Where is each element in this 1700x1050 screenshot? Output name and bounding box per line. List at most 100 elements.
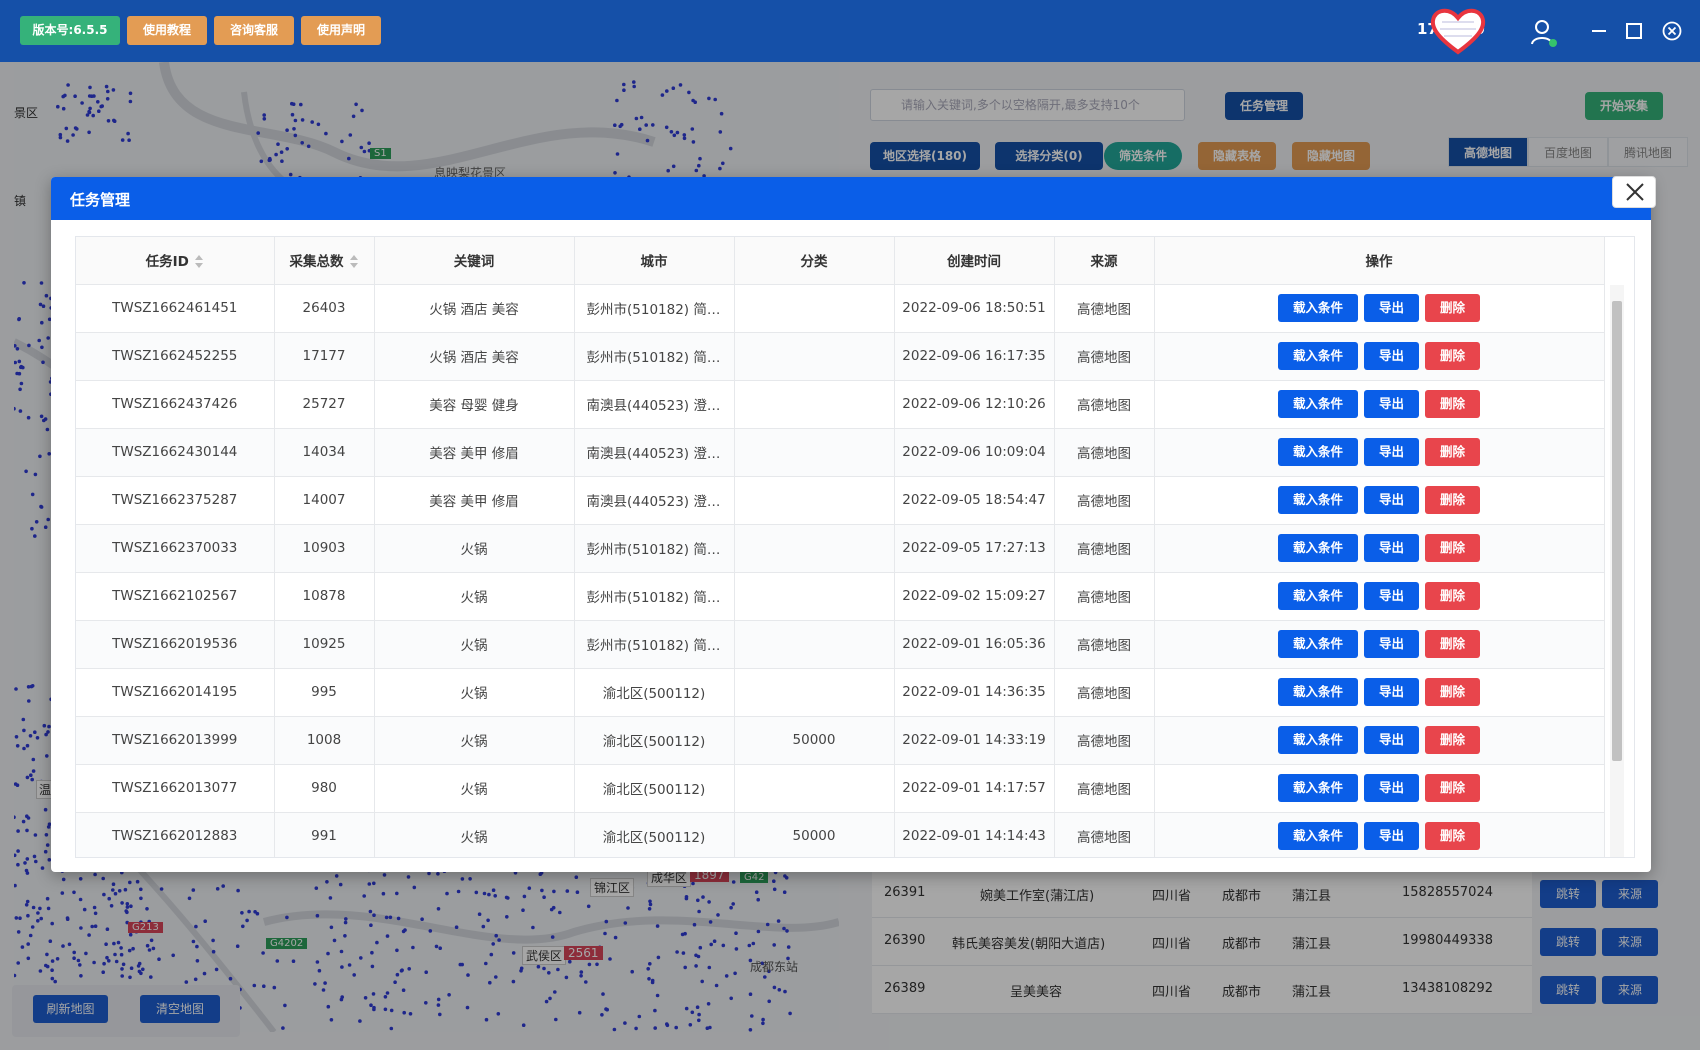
column-header[interactable]: 采集总数 [274,237,375,285]
export-button[interactable]: 导出 [1364,774,1419,802]
load-conditions-button[interactable]: 载入条件 [1278,582,1358,610]
export-button[interactable]: 导出 [1364,342,1419,370]
export-button[interactable]: 导出 [1364,534,1419,562]
delete-button[interactable]: 删除 [1425,630,1480,658]
category-cell [734,668,895,717]
column-header: 来源 [1054,237,1155,285]
delete-button[interactable]: 删除 [1425,534,1480,562]
actions-cell: 载入条件 导出 删除 [1154,764,1605,813]
task-id-cell: TWSZ1662452255 [76,332,275,381]
delete-button[interactable]: 删除 [1425,294,1480,322]
sort-icon[interactable] [194,255,204,269]
load-conditions-button[interactable]: 载入条件 [1278,486,1358,514]
keyword-cell: 火锅 酒店 美容 [374,332,575,381]
delete-button[interactable]: 删除 [1425,390,1480,418]
export-button[interactable]: 导出 [1364,486,1419,514]
load-conditions-button[interactable]: 载入条件 [1278,726,1358,754]
delete-button[interactable]: 删除 [1425,486,1480,514]
total-count-cell: 10925 [274,620,375,669]
load-conditions-button[interactable]: 载入条件 [1278,774,1358,802]
load-conditions-button[interactable]: 载入条件 [1278,438,1358,466]
source-cell: 高德地图 [1054,428,1155,477]
delete-button[interactable]: 删除 [1425,726,1480,754]
export-button[interactable]: 导出 [1364,438,1419,466]
created-time-cell: 2022-09-01 14:36:35 [894,668,1055,717]
created-time-cell: 2022-09-06 12:10:26 [894,380,1055,429]
export-button[interactable]: 导出 [1364,390,1419,418]
delete-button[interactable]: 删除 [1425,774,1480,802]
keyword-cell: 火锅 [374,572,575,621]
user-icon[interactable] [1530,18,1558,48]
disclaimer-button[interactable]: 使用声明 [301,16,381,45]
created-time-cell: 2022-09-01 14:17:57 [894,764,1055,813]
export-button[interactable]: 导出 [1364,678,1419,706]
table-row: TWSZ1662012883 991 火锅 渝北区(500112) 50000 2022-… [76,812,1605,857]
created-time-cell: 2022-09-01 14:14:43 [894,812,1055,857]
city-cell: 渝北区(500112) [574,764,735,813]
actions-cell: 载入条件 导出 删除 [1154,812,1605,857]
column-header[interactable]: 任务ID [76,237,275,285]
load-conditions-button[interactable]: 载入条件 [1278,534,1358,562]
city-cell: 渝北区(500112) [574,716,735,765]
category-cell [734,380,895,429]
export-button[interactable]: 导出 [1364,294,1419,322]
dialog-close-button[interactable] [1612,176,1656,208]
table-row: TWSZ1662461451 26403 火锅 酒店 美容 彭州市(510182) 简… [76,284,1605,333]
maximize-icon[interactable] [1625,22,1643,40]
actions-cell: 载入条件 导出 删除 [1154,572,1605,621]
delete-button[interactable]: 删除 [1425,582,1480,610]
delete-button[interactable]: 删除 [1425,342,1480,370]
minimize-icon[interactable] [1590,22,1608,40]
table-scrollbar[interactable] [1610,285,1624,857]
title-bar: 版本号:6.5.5 使用教程 咨询客服 使用声明 177 290 [0,0,1700,62]
table-row: TWSZ1662452255 17177 火锅 酒店 美容 彭州市(510182) 简… [76,332,1605,381]
close-icon[interactable] [1662,21,1682,41]
task-id-cell: TWSZ1662019536 [76,620,275,669]
column-header: 城市 [574,237,735,285]
total-count-cell: 26403 [274,284,375,333]
column-header: 操作 [1154,237,1605,285]
city-text: 彭州市(510182) 简阳市 [586,542,722,558]
scrollbar-thumb[interactable] [1612,301,1622,761]
load-conditions-button[interactable]: 载入条件 [1278,822,1358,850]
export-button[interactable]: 导出 [1364,822,1419,850]
actions-cell: 载入条件 导出 删除 [1154,284,1605,333]
heart-icon [1430,8,1486,55]
total-count-cell: 14034 [274,428,375,477]
support-button[interactable]: 咨询客服 [214,16,294,45]
city-text: 南澳县(440523) 澄海区 [586,494,722,510]
table-row: TWSZ1662013999 1008 火锅 渝北区(500112) 50000 2022… [76,716,1605,765]
task-id-cell: TWSZ1662102567 [76,572,275,621]
delete-button[interactable]: 删除 [1425,438,1480,466]
keyword-cell: 火锅 [374,524,575,573]
sort-icon[interactable] [349,255,359,269]
column-label: 采集总数 [289,254,344,271]
city-cell: 彭州市(510182) 简阳市 [574,620,735,669]
category-cell [734,476,895,525]
actions-cell: 载入条件 导出 删除 [1154,668,1605,717]
version-badge[interactable]: 版本号:6.5.5 [20,16,120,45]
export-button[interactable]: 导出 [1364,582,1419,610]
load-conditions-button[interactable]: 载入条件 [1278,342,1358,370]
load-conditions-button[interactable]: 载入条件 [1278,630,1358,658]
actions-cell: 载入条件 导出 删除 [1154,380,1605,429]
keyword-cell: 火锅 [374,716,575,765]
city-text: 彭州市(510182) 简阳市 [586,638,722,654]
load-conditions-button[interactable]: 载入条件 [1278,294,1358,322]
total-count-cell: 1008 [274,716,375,765]
export-button[interactable]: 导出 [1364,630,1419,658]
keyword-cell: 美容 美甲 修眉 [374,428,575,477]
delete-button[interactable]: 删除 [1425,678,1480,706]
task-management-dialog: 任务管理 任务ID 采集总数 关键词 城市 分类 创建时间 来源 操作 TWSZ… [51,176,1656,872]
city-text: 南澳县(440523) 澄海区 [586,446,722,462]
keyword-cell: 火锅 [374,620,575,669]
delete-button[interactable]: 删除 [1425,822,1480,850]
load-conditions-button[interactable]: 载入条件 [1278,390,1358,418]
total-count-cell: 25727 [274,380,375,429]
city-cell: 渝北区(500112) [574,668,735,717]
load-conditions-button[interactable]: 载入条件 [1278,678,1358,706]
tutorial-button[interactable]: 使用教程 [127,16,207,45]
actions-cell: 载入条件 导出 删除 [1154,620,1605,669]
created-time-cell: 2022-09-01 14:33:19 [894,716,1055,765]
export-button[interactable]: 导出 [1364,726,1419,754]
